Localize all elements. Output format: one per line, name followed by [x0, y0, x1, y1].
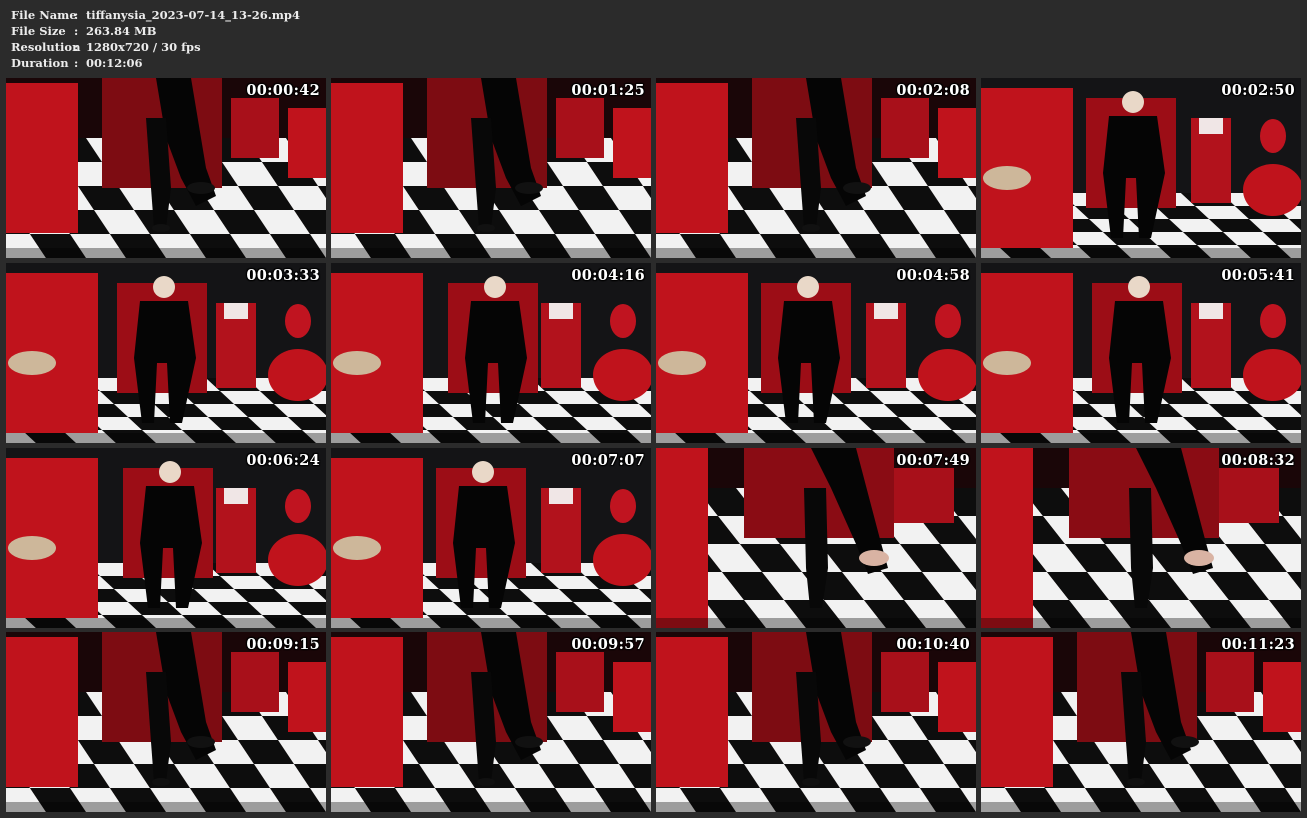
- thumbnail-frame-image: [656, 448, 976, 628]
- resolution-label: Resolution: [11, 40, 81, 54]
- separator: :: [74, 40, 79, 54]
- thumbnail-timestamp: 00:10:40: [896, 636, 970, 653]
- thumbnail-timestamp: 00:00:42: [246, 82, 320, 99]
- thumbnail-timestamp: 00:02:08: [896, 82, 970, 99]
- video-thumbnail[interactable]: 00:04:16: [331, 263, 651, 443]
- resolution-row: Resolution : 1280x720 / 30 fps: [11, 39, 300, 55]
- file-size-label: File Size: [11, 24, 66, 38]
- thumbnail-frame-image: [331, 448, 651, 628]
- video-thumbnail[interactable]: 00:02:08: [656, 78, 976, 258]
- thumbnail-frame-image: [6, 263, 326, 443]
- file-info-panel: File Name : tiffanysia_2023-07-14_13-26.…: [11, 7, 300, 71]
- thumbnail-frame-image: [331, 78, 651, 258]
- thumbnail-timestamp: 00:07:49: [896, 452, 970, 469]
- file-size-value: 263.84 MB: [86, 24, 157, 38]
- video-thumbnail[interactable]: 00:06:24: [6, 448, 326, 628]
- video-thumbnail[interactable]: 00:04:58: [656, 263, 976, 443]
- video-thumbnail[interactable]: 00:10:40: [656, 632, 976, 812]
- video-thumbnail[interactable]: 00:09:57: [331, 632, 651, 812]
- thumbnail-frame-image: [331, 263, 651, 443]
- thumbnail-timestamp: 00:09:57: [571, 636, 645, 653]
- file-size-row: File Size : 263.84 MB: [11, 23, 300, 39]
- thumbnail-timestamp: 00:04:16: [571, 267, 645, 284]
- file-name-value: tiffanysia_2023-07-14_13-26.mp4: [86, 8, 300, 22]
- thumbnail-timestamp: 00:11:23: [1221, 636, 1295, 653]
- resolution-value: 1280x720 / 30 fps: [86, 40, 201, 54]
- thumbnail-timestamp: 00:06:24: [246, 452, 320, 469]
- thumbnail-timestamp: 00:08:32: [1221, 452, 1295, 469]
- thumbnail-grid: 00:00:42 00:01:25 00:02:08 00:02:50 00:0…: [6, 78, 1302, 812]
- video-thumbnail[interactable]: 00:05:41: [981, 263, 1301, 443]
- thumbnail-frame-image: [656, 632, 976, 812]
- thumbnail-timestamp: 00:05:41: [1221, 267, 1295, 284]
- file-name-row: File Name : tiffanysia_2023-07-14_13-26.…: [11, 7, 300, 23]
- file-name-label: File Name: [11, 8, 77, 22]
- video-thumbnail[interactable]: 00:00:42: [6, 78, 326, 258]
- thumbnail-timestamp: 00:02:50: [1221, 82, 1295, 99]
- thumbnail-timestamp: 00:01:25: [571, 82, 645, 99]
- thumbnail-timestamp: 00:09:15: [246, 636, 320, 653]
- video-thumbnail[interactable]: 00:02:50: [981, 78, 1301, 258]
- video-thumbnail[interactable]: 00:03:33: [6, 263, 326, 443]
- duration-row: Duration : 00:12:06: [11, 55, 300, 71]
- video-thumbnail[interactable]: 00:07:07: [331, 448, 651, 628]
- thumbnail-timestamp: 00:07:07: [571, 452, 645, 469]
- thumbnail-frame-image: [6, 78, 326, 258]
- thumbnail-frame-image: [981, 78, 1301, 258]
- thumbnail-frame-image: [656, 263, 976, 443]
- separator: :: [74, 8, 79, 22]
- separator: :: [74, 24, 79, 38]
- separator: :: [74, 56, 79, 70]
- thumbnail-timestamp: 00:04:58: [896, 267, 970, 284]
- thumbnail-frame-image: [981, 263, 1301, 443]
- thumbnail-frame-image: [981, 448, 1301, 628]
- video-thumbnail[interactable]: 00:09:15: [6, 632, 326, 812]
- duration-label: Duration: [11, 56, 69, 70]
- thumbnail-frame-image: [6, 632, 326, 812]
- thumbnail-timestamp: 00:03:33: [246, 267, 320, 284]
- thumbnail-frame-image: [331, 632, 651, 812]
- thumbnail-frame-image: [6, 448, 326, 628]
- video-thumbnail[interactable]: 00:01:25: [331, 78, 651, 258]
- video-thumbnail[interactable]: 00:11:23: [981, 632, 1301, 812]
- thumbnail-frame-image: [981, 632, 1301, 812]
- duration-value: 00:12:06: [86, 56, 143, 70]
- video-thumbnail[interactable]: 00:08:32: [981, 448, 1301, 628]
- thumbnail-frame-image: [656, 78, 976, 258]
- video-thumbnail[interactable]: 00:07:49: [656, 448, 976, 628]
